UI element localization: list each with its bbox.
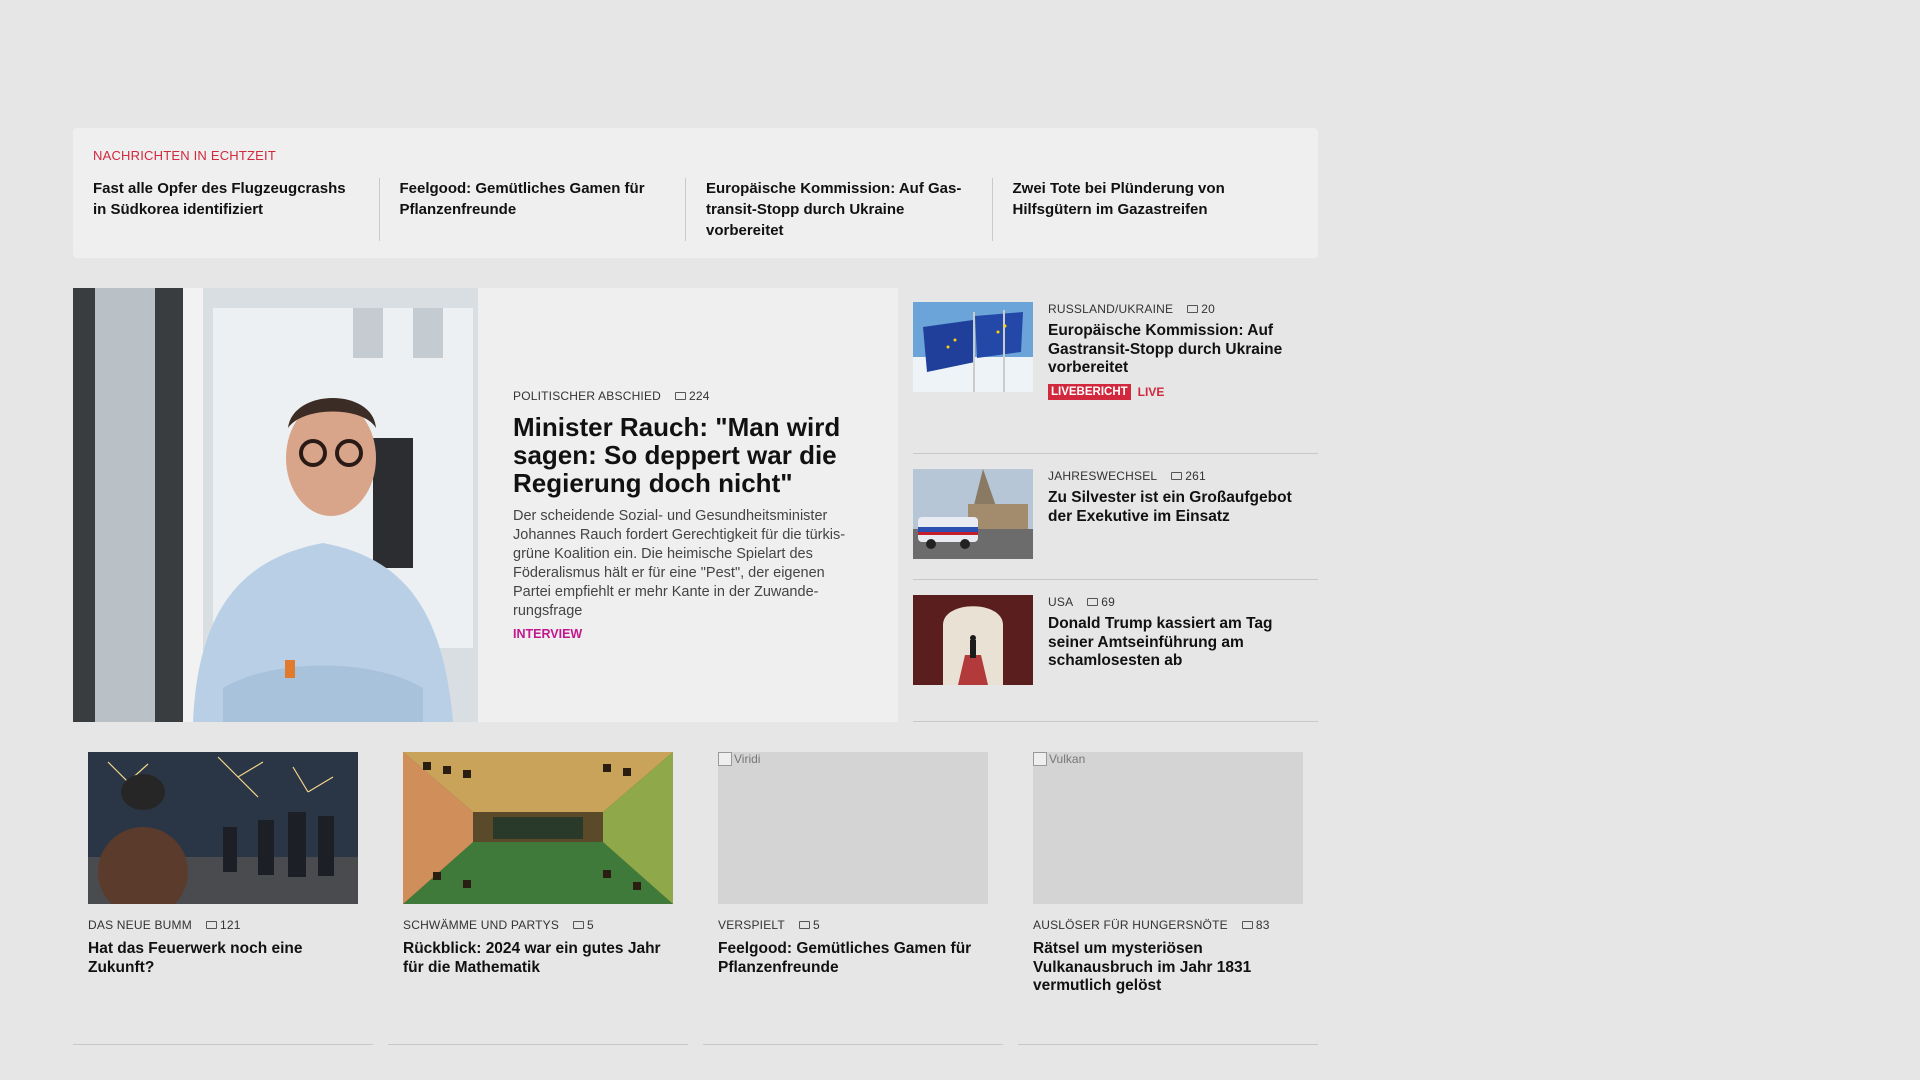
comment-icon	[205, 921, 217, 929]
side-teasers: RUSSLAND/UKRAINE 20 Europäische Kommissi…	[913, 288, 1318, 722]
comment-count[interactable]: 83	[1241, 918, 1270, 932]
broken-image-alt: Vulkan	[1033, 752, 1085, 766]
comment-icon	[573, 921, 585, 929]
card-title[interactable]: Rückblick: 2024 war ein gutes Jahr für d…	[403, 940, 673, 977]
side-thumb-hall[interactable]	[913, 595, 1033, 685]
card-kicker: AUSLÖSER FÜR HUNGERSNÖTE 83	[1033, 918, 1270, 932]
article-card[interactable]: SCHWÄMME UND PARTYS 5 Rückblick: 2024 wa…	[388, 752, 688, 1045]
comment-count[interactable]: 69	[1087, 595, 1115, 609]
card-image-fractal[interactable]	[403, 752, 673, 904]
side-title[interactable]: Donald Trump kassiert am Tag seiner Amts…	[1048, 615, 1318, 671]
ticker-heading: NACHRICHTEN IN ECHTZEIT	[93, 148, 276, 163]
livebericht-badge: LIVEBERICHT	[1048, 383, 1131, 400]
comment-count[interactable]: 224	[675, 389, 710, 403]
broken-image-icon	[1033, 752, 1047, 766]
card-image-placeholder[interactable]: Viridi	[718, 752, 988, 904]
live-row: LIVEBERICHT LIVE	[1048, 383, 1318, 400]
ticker-item[interactable]: Fast alle Opfer des Flugzeugcrashs in Sü…	[93, 178, 379, 241]
side-teaser[interactable]: USA 69 Donald Trump kassiert am Tag sein…	[913, 580, 1318, 722]
article-card[interactable]: Vulkan AUSLÖSER FÜR HUNGERSNÖTE 83 Rätse…	[1018, 752, 1318, 1045]
ticker-items: Fast alle Opfer des Flugzeugcrashs in Sü…	[93, 178, 1298, 241]
side-kicker: USA 69	[1048, 595, 1116, 609]
side-kicker: RUSSLAND/UKRAINE 20	[1048, 302, 1215, 316]
comment-count[interactable]: 5	[573, 918, 594, 932]
hero-article[interactable]: POLITISCHER ABSCHIED 224 Minister Rauch:…	[73, 288, 898, 722]
card-kicker: DAS NEUE BUMM 121	[88, 918, 241, 932]
side-kicker: JAHRESWECHSEL 261	[1048, 469, 1206, 483]
side-teaser[interactable]: JAHRESWECHSEL 261 Zu Silvester ist ein G…	[913, 454, 1318, 580]
ticker-item[interactable]: Europäische Kommission: Auf Gas­transit-…	[685, 178, 992, 241]
card-image-fireworks[interactable]	[88, 752, 358, 904]
side-thumb-eu-flags[interactable]	[913, 302, 1033, 392]
card-kicker: VERSPIELT 5	[718, 918, 820, 932]
side-title[interactable]: Europäische Kommission: Auf Gastransit-S…	[1048, 322, 1318, 378]
comment-icon	[798, 921, 810, 929]
side-text: USA 69 Donald Trump kassiert am Tag sein…	[1033, 595, 1318, 721]
side-text: JAHRESWECHSEL 261 Zu Silvester ist ein G…	[1033, 469, 1318, 579]
hero-teaser: Der scheidende Sozial- und Gesundheitsmi…	[513, 508, 846, 619]
live-label: LIVE	[1137, 384, 1165, 399]
interview-tag: INTERVIEW	[513, 627, 583, 641]
hero-text: POLITISCHER ABSCHIED 224 Minister Rauch:…	[478, 288, 898, 722]
broken-image-icon	[718, 752, 732, 766]
ticker-item[interactable]: Zwei Tote bei Plünderung von Hilfsgü­ter…	[991, 178, 1299, 241]
comment-icon	[1171, 472, 1183, 480]
side-teaser[interactable]: RUSSLAND/UKRAINE 20 Europäische Kommissi…	[913, 288, 1318, 454]
card-title[interactable]: Feelgood: Gemütliches Gamen für Pflanzen…	[718, 940, 988, 977]
side-title[interactable]: Zu Silvester ist ein Großaufgebot der Ex…	[1048, 489, 1318, 526]
side-thumb-police-car[interactable]	[913, 469, 1033, 559]
comment-icon	[675, 392, 687, 400]
comment-count[interactable]: 121	[205, 918, 241, 932]
card-title[interactable]: Rätsel um mysteriösen Vulkanausbruch im …	[1033, 940, 1303, 996]
broken-image-alt: Viridi	[718, 752, 760, 766]
comment-icon	[1241, 921, 1253, 929]
article-card[interactable]: Viridi VERSPIELT 5 Feelgood: Gemütliches…	[703, 752, 1003, 1045]
comment-icon	[1087, 598, 1099, 606]
hero-image[interactable]	[73, 288, 478, 722]
article-grid: DAS NEUE BUMM 121 Hat das Feuerwerk noch…	[73, 752, 1318, 1045]
card-title[interactable]: Hat das Feuerwerk noch eine Zukunft?	[88, 940, 358, 977]
side-text: RUSSLAND/UKRAINE 20 Europäische Kommissi…	[1033, 302, 1318, 453]
card-image-placeholder[interactable]: Vulkan	[1033, 752, 1303, 904]
hero-kicker: POLITISCHER ABSCHIED 224	[513, 389, 710, 403]
comment-count[interactable]: 5	[798, 918, 820, 932]
comment-icon	[1187, 305, 1199, 313]
ticker-item[interactable]: Feelgood: Gemütliches Gamen für Pflanzen…	[378, 178, 686, 241]
hero-title[interactable]: Minister Rauch: "Man wird sagen: So depp…	[513, 413, 863, 497]
comment-count[interactable]: 261	[1171, 469, 1206, 483]
live-news-ticker: NACHRICHTEN IN ECHTZEIT Fast alle Opfer …	[73, 128, 1318, 258]
comment-count[interactable]: 20	[1187, 302, 1215, 316]
article-card[interactable]: DAS NEUE BUMM 121 Hat das Feuerwerk noch…	[73, 752, 373, 1045]
card-kicker: SCHWÄMME UND PARTYS 5	[403, 918, 594, 932]
